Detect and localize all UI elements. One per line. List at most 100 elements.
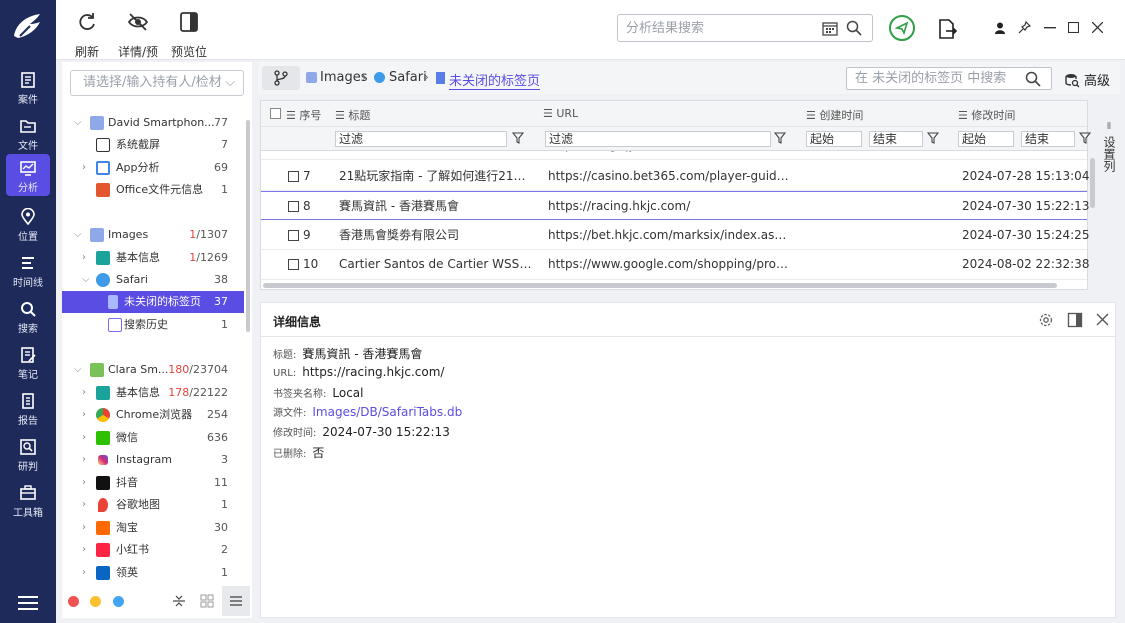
chevron-right-icon[interactable]: › [82,494,92,516]
chevron-right-icon[interactable]: › [82,517,92,539]
filter-icon[interactable] [1079,132,1091,144]
breadcrumb-item[interactable]: Safari [389,70,427,85]
chevron-right-icon[interactable]: › [82,404,92,426]
tree-item[interactable]: 搜索历史 1 [62,314,244,336]
tree-item[interactable]: › 微信 636 [62,427,244,449]
url-filter-input[interactable]: 过滤 [545,131,771,147]
column-header-modified[interactable]: ☰ 修改时间 [958,107,1015,123]
row-checkbox[interactable] [288,259,299,270]
nav-item-judge[interactable]: 研判 [6,433,50,475]
set-columns-button[interactable]: ⦀ 设置列 [1100,120,1118,190]
tree-item[interactable]: › 基本信息 178/22122 [62,382,244,404]
nav-item-report[interactable]: 报告 [6,387,50,429]
search-icon[interactable] [1025,71,1041,87]
chevron-right-icon[interactable]: › [82,247,92,269]
breadcrumb-item-current[interactable]: 未关闭的标签页 [449,70,541,90]
table-row[interactable]: 7 21點玩家指南 - 了解如何進行21點遊... https://casino… [261,162,1089,191]
breadcrumb-item[interactable]: Images [320,70,368,85]
nav-item-location[interactable]: 位置 [6,203,50,245]
nav-item-timeline[interactable]: 时间线 [6,249,50,291]
table-row[interactable]: 6 【百家乐国际赌大会】玩法介绍、算... https://blog.qywin… [261,151,1087,160]
tree-item[interactable]: › 领英 1 [62,562,244,584]
gear-icon[interactable] [1038,312,1054,328]
select-all-checkbox[interactable] [270,108,281,119]
hamburger-menu-icon[interactable] [18,596,38,610]
tree-item[interactable]: 系统截屏 7 [62,134,244,156]
collapse-icon[interactable] [172,594,186,608]
list-view-button[interactable] [222,586,250,616]
filter-icon[interactable] [927,132,939,144]
column-header-url[interactable]: ☰ URL [543,107,578,120]
tree-item-device[interactable]: ⌵ Clara Sm... 180/23704 [62,359,244,381]
column-header-seq[interactable]: ☰ 序号 [286,107,321,123]
chevron-down-icon[interactable]: ⌵ [74,224,84,246]
owner-select[interactable]: 请选择/输入持有人/检材 ⌵ [70,70,244,96]
tree-scrollbar[interactable] [246,120,250,332]
chevron-right-icon[interactable]: › [82,449,92,471]
chevron-right-icon[interactable]: › [82,472,92,494]
chevron-down-icon[interactable]: ⌵ [74,359,84,381]
panel-right-icon[interactable] [1067,312,1083,328]
source-file-link[interactable]: Images/DB/SafariTabs.db [312,405,462,419]
table-row[interactable]: 10 Cartier Santos de Cartier WSSA0029 ..… [261,250,1089,280]
analysis-search-input[interactable] [618,15,814,41]
chevron-right-icon[interactable]: › [82,157,92,179]
column-header-title[interactable]: ☰ 标题 [335,107,370,123]
export-file-icon[interactable] [938,18,958,40]
tree-item[interactable]: › 淘宝 30 [62,517,244,539]
tree-item[interactable]: ⌵ Safari 38 [62,269,244,291]
chevron-down-icon[interactable]: ⌵ [82,269,92,291]
chevron-right-icon[interactable]: › [82,382,92,404]
maximize-icon[interactable] [1068,22,1079,33]
tree-item[interactable]: › Instagram 3 [62,449,244,471]
title-filter-input[interactable]: 过滤 [335,131,507,147]
branch-button[interactable] [262,66,300,90]
chevron-down-icon[interactable]: ⌵ [74,112,84,134]
tree-item-device[interactable]: ⌵ David Smartphon... 77 [62,112,244,134]
table-row[interactable]: 9 香港馬會獎劵有限公司 https://bet.hkjc.com/marksi… [261,221,1089,250]
tree-item[interactable]: › 谷歌地图 1 [62,494,244,516]
search-icon[interactable] [846,20,862,36]
nav-item-file[interactable]: 文件 [6,112,50,154]
table-row-selected[interactable]: 8 賽馬資訊 - 香港賽馬會 https://racing.hkjc.com/ … [261,191,1089,220]
modified-end-input[interactable]: 结束 [1021,131,1075,147]
tree-item[interactable]: Office文件元信息 1 [62,179,244,201]
column-header-created[interactable]: ☰ 创建时间 [806,107,863,123]
tree-item[interactable]: › 基本信息 1/1269 [62,247,244,269]
tree-item-device[interactable]: ⌵ Images 1/1307 [62,224,244,246]
refresh-button[interactable]: 刷新 [72,8,102,60]
nav-item-search[interactable]: 搜索 [6,295,50,337]
filter-icon[interactable] [512,132,524,144]
created-end-input[interactable]: 结束 [869,131,923,147]
tree-item[interactable]: › 小红书 2 [62,539,244,561]
chevron-right-icon[interactable]: › [82,427,92,449]
chevron-right-icon[interactable]: › [82,539,92,561]
red-tag-dot[interactable] [68,596,79,607]
close-icon[interactable] [1092,22,1103,33]
chevron-right-icon[interactable]: › [82,562,92,584]
user-icon[interactable] [994,22,1006,34]
nav-item-analysis[interactable]: 分析 [6,154,50,196]
created-start-input[interactable]: 起始 [806,131,862,147]
tree-item[interactable]: › App分析 69 [62,157,244,179]
nav-item-note[interactable]: 笔记 [6,341,50,383]
yellow-tag-dot[interactable] [90,596,101,607]
grid-view-icon[interactable] [200,594,214,608]
row-checkbox[interactable] [288,201,299,212]
row-checkbox[interactable] [288,171,299,182]
filter-icon[interactable] [774,132,786,144]
modified-start-input[interactable]: 起始 [958,131,1014,147]
tree-item-open-tabs[interactable]: 未关闭的标签页 37 [62,291,244,313]
tree-item[interactable]: › Chrome浏览器 254 [62,404,244,426]
pin-icon[interactable] [1018,21,1031,34]
minimize-icon[interactable] [1044,27,1056,29]
blue-tag-dot[interactable] [113,596,124,607]
table-vertical-scrollbar[interactable] [1090,158,1095,208]
table-horizontal-scrollbar[interactable] [263,283,1057,288]
nav-item-toolbox[interactable]: 工具箱 [6,479,50,521]
close-icon[interactable] [1096,313,1109,326]
advanced-search-button[interactable]: 高级 [1064,70,1110,89]
row-checkbox[interactable] [288,230,299,241]
tab-search-input[interactable]: 在 未关闭的标签页 中搜索 [846,67,1052,90]
send-status-icon[interactable] [888,14,916,42]
